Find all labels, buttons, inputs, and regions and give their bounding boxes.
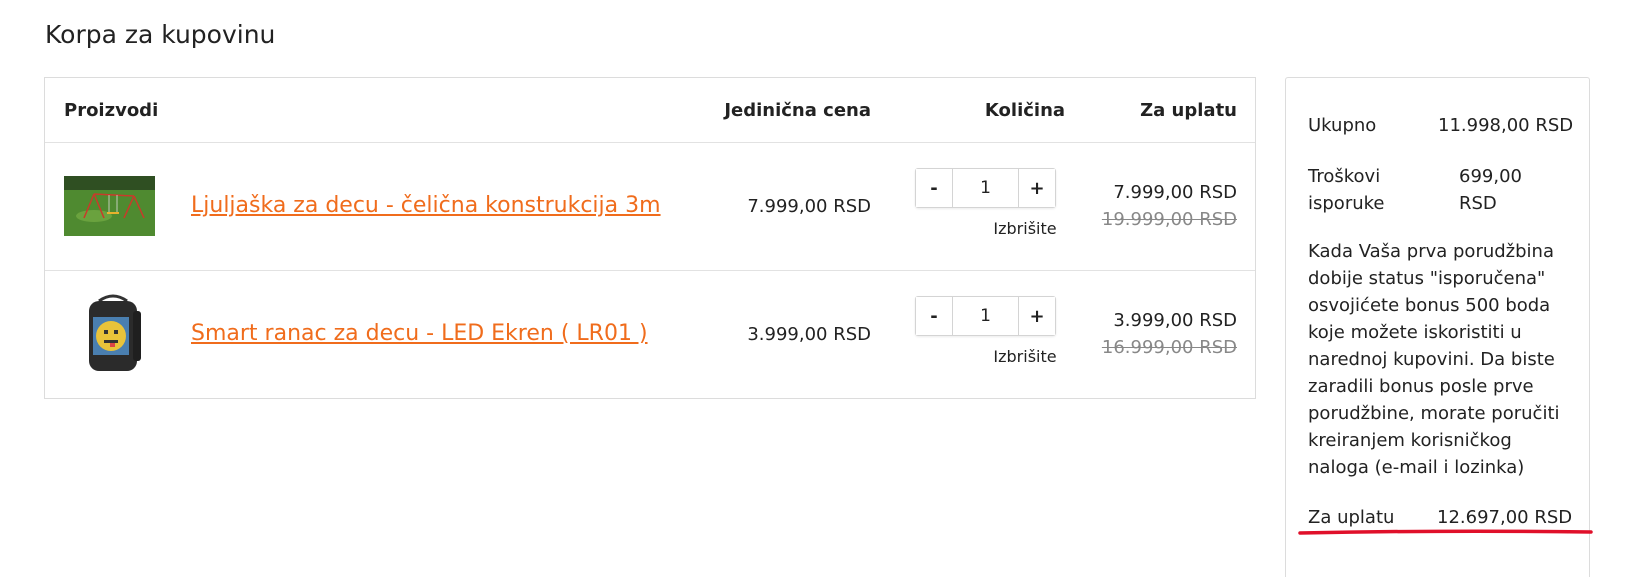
page-title: Korpa za kupovinu: [45, 20, 276, 49]
row-old-price: 19.999,00 RSD: [1101, 209, 1237, 230]
total-value: 12.697,00 RSD: [1437, 507, 1573, 528]
table-row: Smart ranac za decu - LED Ekren ( LR01 )…: [45, 271, 1255, 399]
subtotal-value: 11.998,00 RSD: [1438, 115, 1574, 136]
row-total: 7.999,00 RSD: [1113, 182, 1237, 203]
quantity-stepper: - +: [915, 168, 1056, 208]
remove-item-button[interactable]: Izbrišite: [945, 347, 1105, 366]
increase-quantity-button[interactable]: +: [1019, 169, 1055, 207]
header-quantity: Količina: [984, 100, 1066, 121]
shipping-value: 699,00: [1459, 166, 1522, 187]
header-products: Proizvodi: [64, 100, 159, 121]
total-label: Za uplatu: [1308, 507, 1395, 528]
order-summary: Ukupno 11.998,00 RSD Troškovi isporuke 6…: [1285, 77, 1590, 577]
header-unit-price: Jedinična cena: [724, 100, 871, 121]
cart-table: Proizvodi Jedinična cena Količina Za upl…: [44, 77, 1256, 399]
quantity-input[interactable]: [952, 169, 1019, 207]
subtotal-label: Ukupno: [1308, 115, 1377, 136]
product-link[interactable]: Smart ranac za decu - LED Ekren ( LR01 ): [191, 321, 648, 346]
row-total: 3.999,00 RSD: [1113, 310, 1237, 331]
row-old-price: 16.999,00 RSD: [1101, 337, 1237, 358]
swing-product-thumbnail[interactable]: [64, 176, 155, 236]
decrease-quantity-button[interactable]: -: [916, 169, 952, 207]
unit-price: 3.999,00 RSD: [747, 324, 871, 345]
led-backpack-product-thumbnail[interactable]: [81, 291, 145, 375]
shipping-currency: RSD: [1459, 193, 1497, 214]
quantity-input[interactable]: [952, 297, 1019, 335]
shipping-label-line-2: isporuke: [1308, 193, 1385, 214]
header-total: Za uplatu: [1140, 100, 1237, 121]
remove-item-button[interactable]: Izbrišite: [945, 219, 1105, 238]
unit-price: 7.999,00 RSD: [747, 196, 871, 217]
quantity-stepper: - +: [915, 296, 1056, 336]
cart-table-header: Proizvodi Jedinična cena Količina Za upl…: [45, 78, 1255, 143]
shipping-label: Troškovi: [1308, 166, 1381, 187]
increase-quantity-button[interactable]: +: [1019, 297, 1055, 335]
product-link[interactable]: Ljuljaška za decu - čelična konstrukcija…: [191, 193, 661, 218]
annotation-underline: [1298, 529, 1593, 535]
table-row: Ljuljaška za decu - čelična konstrukcija…: [45, 143, 1255, 271]
decrease-quantity-button[interactable]: -: [916, 297, 952, 335]
bonus-info-text: Kada Vaša prva porudžbina dobije status …: [1308, 241, 1560, 478]
